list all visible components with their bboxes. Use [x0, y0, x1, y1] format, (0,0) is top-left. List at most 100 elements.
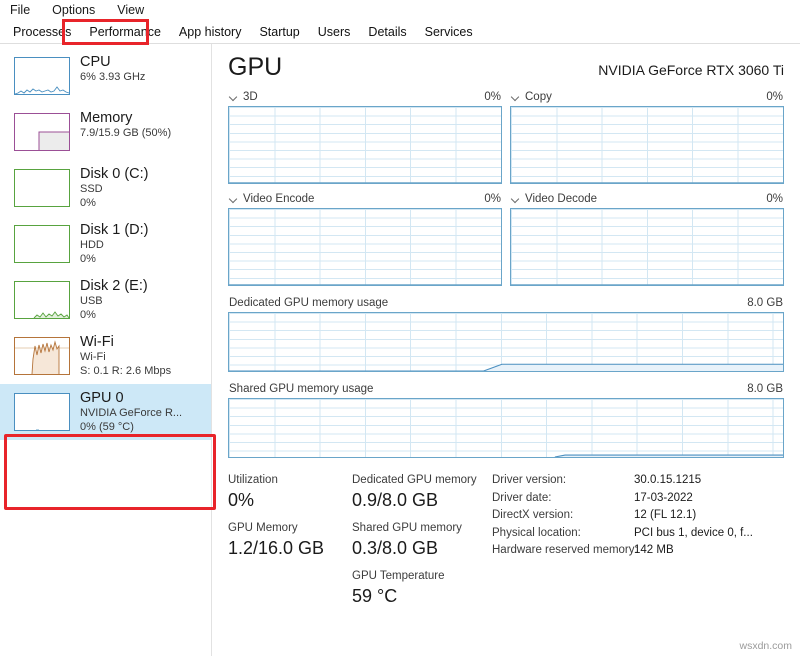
- graph-copy-header[interactable]: Copy 0%: [510, 88, 784, 106]
- graph-3d-label: 3D: [243, 91, 258, 103]
- detail-directx-version-key: DirectX version:: [492, 509, 574, 521]
- detail-driver-version-value: 30.0.15.1215: [634, 474, 702, 486]
- graph-dedicated-gpu-memory-plot: [229, 363, 783, 371]
- disk1-sub1: HDD: [80, 239, 104, 251]
- wifi-sub1: Wi-Fi: [80, 351, 106, 363]
- disk0-thumbnail-graph: [14, 169, 70, 207]
- wifi-thumbnail-graph: [14, 337, 70, 375]
- content-area: CPU 6% 3.93 GHz Memory 7.9/15.9 GB (50%): [0, 44, 800, 656]
- graph-shared-gpu-memory-max: 8.0 GB: [747, 383, 783, 395]
- graph-3d: [228, 106, 502, 184]
- sidebar-item-disk1[interactable]: Disk 1 (D:) HDD 0%: [0, 216, 211, 272]
- gpu-detail-panel: GPU NVIDIA GeForce RTX 3060 Ti 3D 0% Cop…: [212, 44, 800, 656]
- tab-services[interactable]: Services: [416, 23, 482, 43]
- graph-video-encode-plot: [229, 284, 501, 285]
- graph-video-encode-wrap: Video Encode 0%: [228, 190, 502, 286]
- memory-thumbnail-graph: [14, 113, 70, 151]
- disk1-title: Disk 1 (D:): [80, 222, 149, 238]
- graph-video-decode-wrap: Video Decode 0%: [510, 190, 784, 286]
- stat-dedicated-gpu-memory-label: Dedicated GPU memory: [352, 474, 477, 486]
- chevron-down-icon[interactable]: [229, 93, 238, 102]
- disk2-sub1: USB: [80, 295, 103, 307]
- chevron-down-icon[interactable]: [511, 93, 520, 102]
- graph-video-encode: [228, 208, 502, 286]
- stat-shared-gpu-memory-value: 0.3/8.0 GB: [352, 538, 439, 558]
- tab-startup[interactable]: Startup: [250, 23, 308, 43]
- disk2-thumbnail-graph: [14, 281, 70, 319]
- graph-copy-wrap: Copy 0%: [510, 88, 784, 184]
- menu-options[interactable]: Options: [50, 2, 97, 18]
- tab-performance[interactable]: Performance: [80, 23, 170, 43]
- detail-driver-version: Driver version: 30.0.15.1215: [492, 472, 784, 490]
- wifi-title: Wi-Fi: [80, 334, 114, 350]
- detail-hardware-reserved-memory-key: Hardware reserved memory:: [492, 544, 638, 556]
- detail-driver-date-value: 17-03-2022: [634, 491, 693, 504]
- chevron-down-icon[interactable]: [229, 195, 238, 204]
- graph-dedicated-gpu-memory-label: Dedicated GPU memory usage: [229, 297, 389, 309]
- panel-header: GPU NVIDIA GeForce RTX 3060 Ti: [228, 52, 784, 82]
- stat-gpu-temperature-label: GPU Temperature: [352, 570, 445, 582]
- gpu0-title: GPU 0: [80, 390, 124, 406]
- menu-view[interactable]: View: [115, 2, 146, 18]
- sidebar-item-disk0[interactable]: Disk 0 (C:) SSD 0%: [0, 160, 211, 216]
- stats-column-3: Driver version: 30.0.15.1215 Driver date…: [492, 472, 784, 616]
- graph-3d-value: 0%: [484, 91, 501, 103]
- graph-dedicated-gpu-memory-wrap: Dedicated GPU memory usage 8.0 GB: [228, 294, 784, 372]
- stat-shared-gpu-memory-label: Shared GPU memory: [352, 522, 462, 534]
- sidebar-item-gpu0[interactable]: GPU 0 NVIDIA GeForce R... 0% (59 °C): [0, 384, 211, 440]
- detail-hardware-reserved-memory: Hardware reserved memory: 142 MB: [492, 542, 784, 560]
- gpu0-sub2: 0% (59 °C): [80, 420, 134, 433]
- disk2-title: Disk 2 (E:): [80, 278, 148, 294]
- graph-3d-header[interactable]: 3D 0%: [228, 88, 502, 106]
- graph-video-decode-label: Video Decode: [525, 193, 598, 205]
- graph-shared-gpu-memory-wrap: Shared GPU memory usage 8.0 GB: [228, 380, 784, 458]
- cpu-thumbnail-graph: [14, 57, 70, 95]
- graph-video-decode: [510, 208, 784, 286]
- page-title: GPU: [228, 53, 283, 81]
- cpu-title: CPU: [80, 54, 111, 70]
- graph-copy-label: Copy: [525, 91, 552, 103]
- tab-strip: Processes Performance App history Startu…: [0, 20, 800, 44]
- disk0-title: Disk 0 (C:): [80, 166, 149, 182]
- graph-copy-value: 0%: [766, 91, 783, 103]
- graph-shared-gpu-memory-header: Shared GPU memory usage 8.0 GB: [228, 380, 784, 398]
- disk2-labels: Disk 2 (E:) USB 0%: [80, 278, 148, 322]
- sidebar-item-memory[interactable]: Memory 7.9/15.9 GB (50%): [0, 104, 211, 160]
- stat-dedicated-gpu-memory-value: 0.9/8.0 GB: [352, 490, 439, 510]
- tab-users[interactable]: Users: [309, 23, 360, 43]
- memory-sub1: 7.9/15.9 GB (50%): [80, 127, 172, 139]
- tab-app-history[interactable]: App history: [170, 23, 251, 43]
- wifi-sub2: S: 0.1 R: 2.6 Mbps: [80, 364, 172, 377]
- graph-video-encode-header[interactable]: Video Encode 0%: [228, 190, 502, 208]
- tab-processes[interactable]: Processes: [4, 23, 80, 43]
- gpu0-sub1: NVIDIA GeForce R...: [80, 407, 183, 419]
- graph-video-decode-header[interactable]: Video Decode 0%: [510, 190, 784, 208]
- menu-file[interactable]: File: [8, 2, 32, 18]
- graph-shared-gpu-memory-label: Shared GPU memory usage: [229, 383, 374, 395]
- disk0-labels: Disk 0 (C:) SSD 0%: [80, 166, 148, 210]
- resource-sidebar[interactable]: CPU 6% 3.93 GHz Memory 7.9/15.9 GB (50%): [0, 44, 212, 656]
- graph-dedicated-gpu-memory: [228, 312, 784, 372]
- sidebar-item-disk2[interactable]: Disk 2 (E:) USB 0%: [0, 272, 211, 328]
- engine-graph-row-2: Video Encode 0% Video Decode 0%: [228, 190, 784, 286]
- wifi-labels: Wi-Fi Wi-Fi S: 0.1 R: 2.6 Mbps: [80, 334, 171, 378]
- stat-utilization-label: Utilization: [228, 474, 278, 486]
- sidebar-item-cpu[interactable]: CPU 6% 3.93 GHz: [0, 48, 211, 104]
- detail-driver-date-key: Driver date:: [492, 491, 552, 504]
- detail-physical-location-value: PCI bus 1, device 0, f...: [634, 526, 753, 539]
- detail-directx-version-value: 12 (FL 12.1): [634, 509, 697, 521]
- detail-physical-location-key: Physical location:: [492, 526, 581, 539]
- watermark: wsxdn.com: [739, 640, 792, 652]
- memory-title: Memory: [80, 110, 133, 126]
- graph-3d-plot: [229, 182, 501, 183]
- graph-video-encode-value: 0%: [484, 193, 501, 205]
- disk0-sub2: 0%: [80, 196, 96, 209]
- stat-utilization-value: 0%: [228, 490, 255, 510]
- chevron-down-icon[interactable]: [511, 195, 520, 204]
- gpu0-labels: GPU 0 NVIDIA GeForce R... 0% (59 °C): [80, 390, 182, 434]
- cpu-labels: CPU 6% 3.93 GHz: [80, 54, 145, 85]
- menu-bar: File Options View: [0, 0, 800, 20]
- gpu-device-name: NVIDIA GeForce RTX 3060 Ti: [598, 62, 784, 78]
- tab-details[interactable]: Details: [359, 23, 415, 43]
- sidebar-item-wifi[interactable]: Wi-Fi Wi-Fi S: 0.1 R: 2.6 Mbps: [0, 328, 211, 384]
